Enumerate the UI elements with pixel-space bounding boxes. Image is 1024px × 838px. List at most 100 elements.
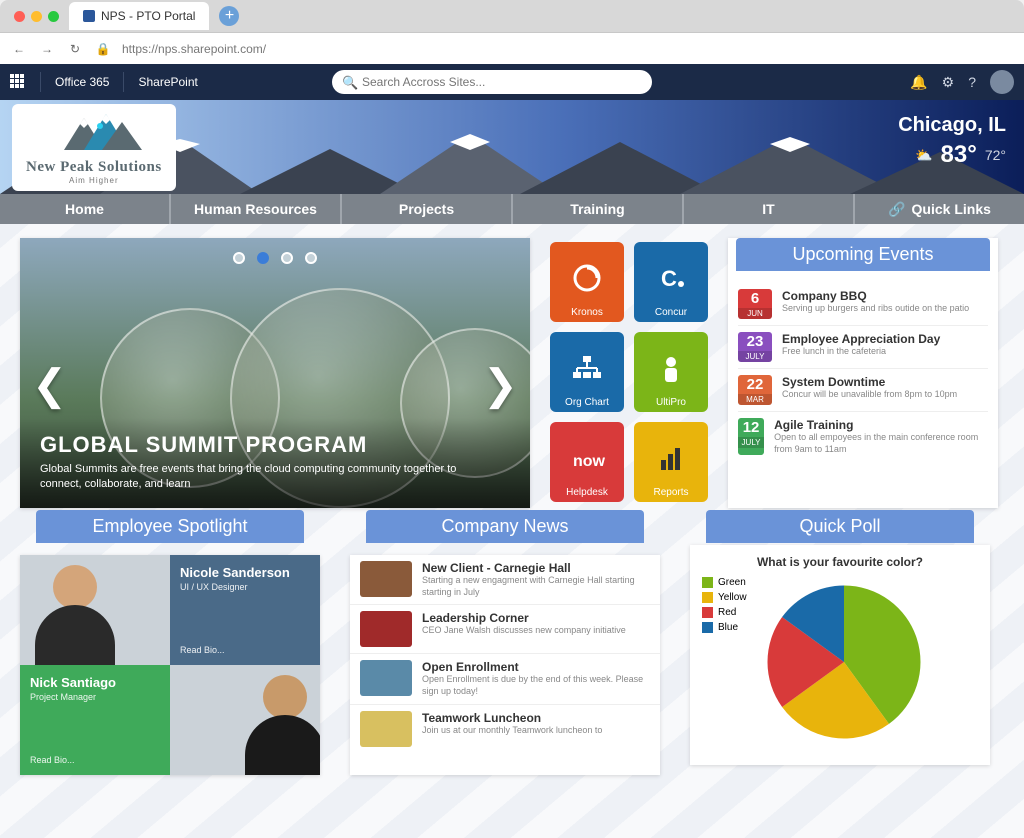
carousel-next[interactable]: ❯ (483, 360, 518, 409)
event-item[interactable]: 6JUNCompany BBQServing up burgers and ri… (738, 283, 988, 326)
event-list: 6JUNCompany BBQServing up burgers and ri… (728, 283, 998, 469)
legend-label: Green (718, 577, 746, 588)
divider (40, 72, 41, 92)
tile-label: Org Chart (565, 397, 609, 408)
reload-icon[interactable]: ↻ (66, 42, 84, 56)
search-input[interactable] (332, 70, 652, 94)
spotlight-photo-1 (20, 555, 170, 665)
tile-icon (569, 248, 605, 307)
carousel-prev[interactable]: ❮ (32, 360, 67, 409)
tile-kronos[interactable]: Kronos (550, 242, 624, 322)
nav-hr[interactable]: Human Resources (171, 194, 342, 224)
event-title: Company BBQ (782, 289, 969, 303)
event-item[interactable]: 22MARSystem DowntimeConcur will be unava… (738, 369, 988, 412)
tile-label: Reports (653, 487, 688, 498)
event-title: Agile Training (774, 418, 988, 432)
event-desc: Serving up burgers and ribs outide on th… (782, 303, 969, 315)
sharepoint-link[interactable]: SharePoint (138, 75, 197, 89)
spotlight-info-1[interactable]: Nicole Sanderson UI / UX Designer Read B… (170, 555, 320, 665)
news-thumb (360, 711, 412, 747)
browser-tab[interactable]: NPS - PTO Portal (69, 2, 209, 30)
maximize-icon[interactable] (48, 11, 59, 22)
close-icon[interactable] (14, 11, 25, 22)
tile-icon (653, 338, 689, 397)
company-news: Company News New Client - Carnegie HallS… (350, 526, 660, 776)
office-link[interactable]: Office 365 (55, 75, 109, 89)
employee-spotlight: Employee Spotlight Nicole Sanderson UI /… (20, 526, 320, 776)
tile-icon: now (569, 428, 605, 487)
news-item[interactable]: New Client - Carnegie HallStarting a new… (350, 555, 660, 605)
poll-card: What is your favourite color? Green Yello… (690, 545, 990, 765)
carousel-dot-4[interactable] (305, 252, 317, 264)
settings-icon[interactable]: ⚙ (942, 74, 955, 91)
nav-projects[interactable]: Projects (342, 194, 513, 224)
tile-reports[interactable]: Reports (634, 422, 708, 502)
site-banner: New Peak Solutions Aim Higher Chicago, I… (0, 100, 1024, 194)
spotlight-name: Nicole Sanderson (180, 565, 310, 580)
news-desc: Join us at our monthly Teamwork luncheon… (422, 725, 602, 737)
tile-org-chart[interactable]: Org Chart (550, 332, 624, 412)
weather-low: 72° (985, 147, 1006, 163)
site-logo[interactable]: New Peak Solutions Aim Higher (12, 104, 176, 191)
hero-carousel: ❮ ❯ GLOBAL SUMMIT PROGRAM Global Summits… (20, 238, 530, 508)
news-thumb (360, 660, 412, 696)
spotlight-link[interactable]: Read Bio... (30, 755, 160, 765)
event-date: 12JULY (738, 418, 764, 455)
legend-swatch (702, 622, 713, 633)
news-title: Open Enrollment (422, 660, 650, 674)
spotlight-link[interactable]: Read Bio... (180, 645, 310, 655)
forward-icon[interactable]: → (38, 42, 56, 56)
tile-ultipro[interactable]: UltiPro (634, 332, 708, 412)
news-item[interactable]: Teamwork LuncheonJoin us at our monthly … (350, 705, 660, 753)
spotlight-photo-2 (170, 665, 320, 775)
nav-it[interactable]: IT (684, 194, 855, 224)
user-avatar[interactable] (990, 70, 1014, 94)
news-desc: Starting a new engagment with Carnegie H… (422, 575, 650, 598)
event-date: 23JULY (738, 332, 772, 362)
legend-item: Green (702, 577, 747, 588)
logo-text: New Peak Solutions (26, 159, 162, 176)
carousel-dot-2[interactable] (257, 252, 269, 264)
tile-concur[interactable]: CConcur (634, 242, 708, 322)
carousel-dot-3[interactable] (281, 252, 293, 264)
spotlight-role: UI / UX Designer (180, 582, 310, 592)
event-item[interactable]: 23JULYEmployee Appreciation DayFree lunc… (738, 326, 988, 369)
event-date: 22MAR (738, 375, 772, 405)
quick-links-label: Quick Links (912, 194, 991, 224)
tile-helpdesk[interactable]: nowHelpdesk (550, 422, 624, 502)
svg-text:now: now (573, 453, 605, 470)
news-item[interactable]: Open EnrollmentOpen Enrollment is due by… (350, 654, 660, 704)
spotlight-role: Project Manager (30, 692, 160, 702)
address-bar: ← → ↻ 🔒 https://nps.sharepoint.com/ (0, 32, 1024, 64)
news-item[interactable]: Leadership CornerCEO Jane Walsh discusse… (350, 605, 660, 654)
poll-question: What is your favourite color? (702, 555, 978, 569)
lock-icon: 🔒 (94, 42, 112, 56)
tile-label: UltiPro (656, 397, 686, 408)
app-launcher-icon[interactable] (10, 74, 26, 90)
url-field[interactable]: https://nps.sharepoint.com/ (122, 42, 1014, 56)
new-tab-button[interactable]: + (219, 6, 239, 26)
hero-caption: GLOBAL SUMMIT PROGRAM Global Summits are… (20, 418, 530, 508)
carousel-dot-1[interactable] (233, 252, 245, 264)
weather-city: Chicago, IL (898, 114, 1006, 137)
weather-widget[interactable]: Chicago, IL ⛅ 83° 72° (898, 114, 1006, 169)
notifications-icon[interactable]: 🔔 (910, 74, 927, 91)
search-icon: 🔍 (342, 75, 358, 91)
back-icon[interactable]: ← (10, 42, 28, 56)
news-thumb (360, 561, 412, 597)
news-list: New Client - Carnegie HallStarting a new… (350, 555, 660, 775)
minimize-icon[interactable] (31, 11, 42, 22)
nav-home[interactable]: Home (0, 194, 171, 224)
spotlight-header: Employee Spotlight (36, 510, 304, 543)
legend-item: Yellow (702, 592, 747, 603)
event-item[interactable]: 12JULYAgile TrainingOpen to all empoyees… (738, 412, 988, 461)
hero-subtitle: Global Summits are free events that brin… (40, 462, 480, 492)
news-title: Teamwork Luncheon (422, 711, 602, 725)
legend-swatch (702, 592, 713, 603)
link-icon: 🔗 (888, 194, 905, 224)
help-icon[interactable]: ? (968, 74, 976, 90)
nav-training[interactable]: Training (513, 194, 684, 224)
nav-quick-links[interactable]: 🔗 Quick Links (855, 194, 1024, 224)
news-desc: Open Enrollment is due by the end of thi… (422, 674, 650, 697)
spotlight-info-2[interactable]: Nick Santiago Project Manager Read Bio..… (20, 665, 170, 775)
